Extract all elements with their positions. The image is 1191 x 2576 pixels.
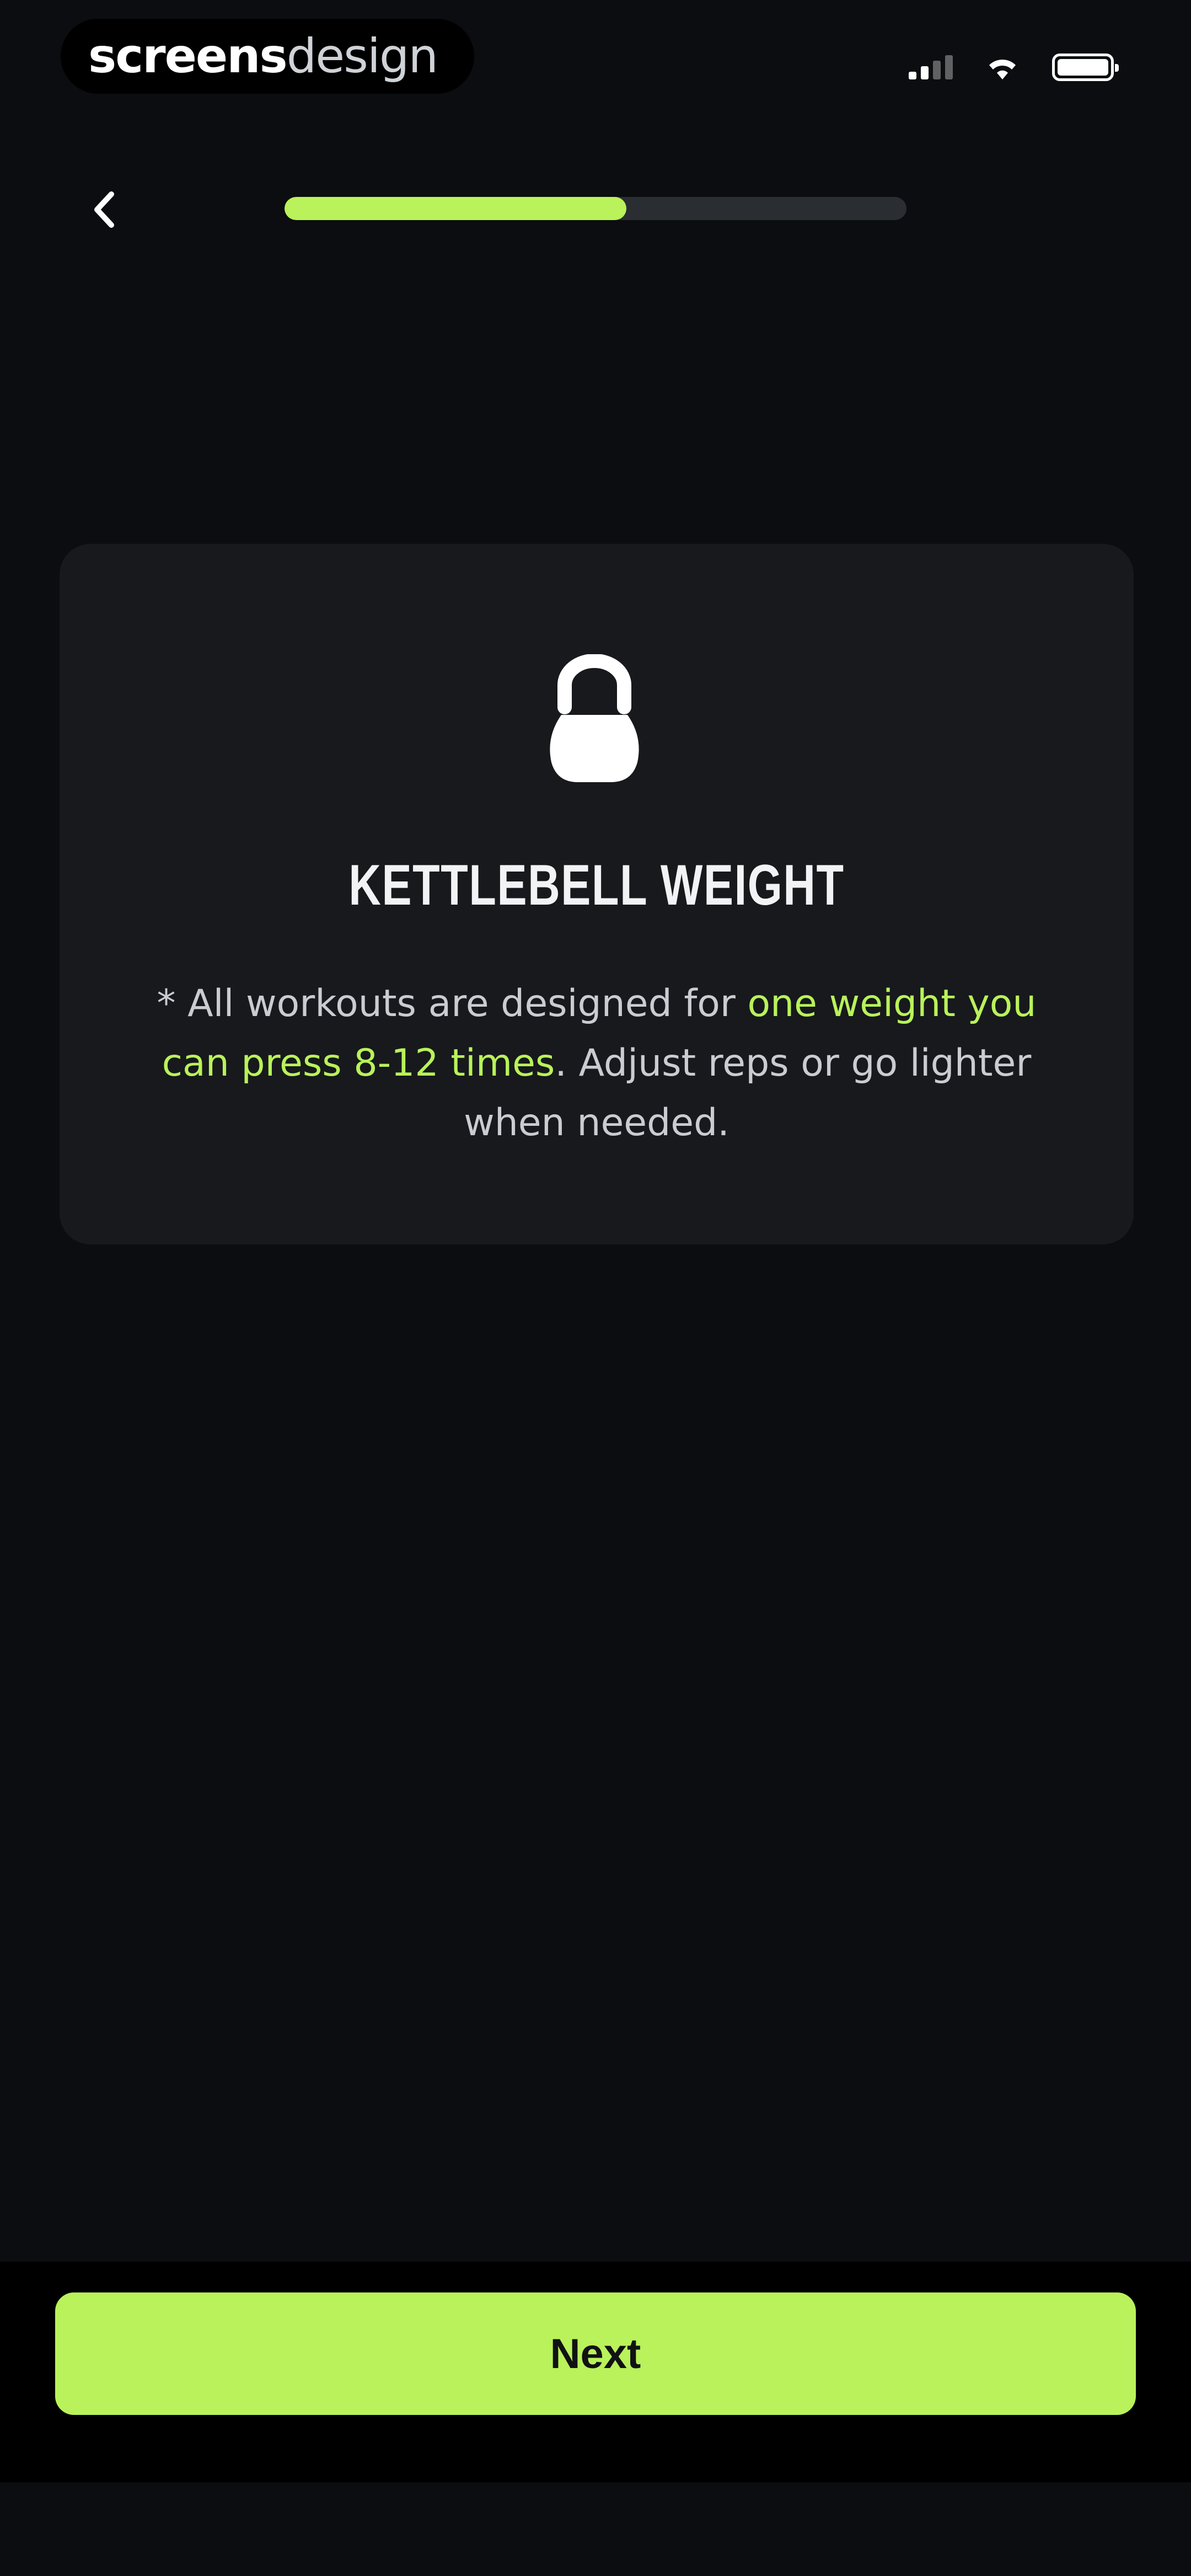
chevron-left-icon	[94, 191, 114, 228]
card-title: KETTLEBELL WEIGHT	[348, 853, 845, 917]
kettlebell-info-card: KETTLEBELL WEIGHT * All workouts are des…	[60, 544, 1134, 1244]
home-indicator-area	[0, 2482, 1191, 2576]
card-description: * All workouts are designed for one weig…	[126, 974, 1067, 1153]
progress-fill	[285, 197, 627, 220]
onboarding-progress-bar	[285, 197, 906, 220]
wifi-icon	[989, 60, 1016, 79]
brand-logo-part2: design	[286, 29, 438, 84]
battery-icon	[1052, 54, 1119, 81]
brand-logo: screens design	[61, 19, 474, 94]
kettlebell-icon	[550, 654, 639, 782]
status-icons	[909, 51, 1119, 84]
brand-logo-part1: screens	[88, 29, 288, 84]
next-button[interactable]: Next	[55, 2292, 1136, 2415]
back-button[interactable]	[72, 177, 138, 243]
status-bar: screens design	[0, 0, 1191, 127]
description-start: * All workouts are designed for	[157, 982, 748, 1025]
cellular-signal-icon	[909, 55, 953, 79]
